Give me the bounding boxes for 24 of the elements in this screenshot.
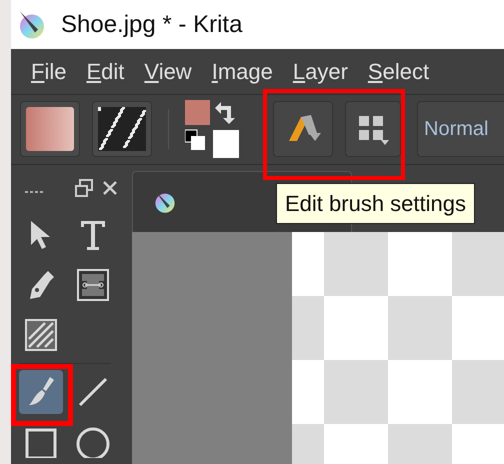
tooltip: Edit brush settings (276, 183, 475, 224)
menu-item[interactable]: Select (368, 55, 430, 88)
menu-item[interactable]: Image (212, 55, 273, 88)
menu-item[interactable]: View (144, 55, 192, 88)
close-icon[interactable] (103, 181, 117, 195)
brush-presets-button[interactable] (345, 101, 401, 158)
hatched-square-icon (25, 319, 57, 351)
document-icon (153, 190, 177, 214)
krita-logo-icon (17, 10, 47, 40)
pattern-button[interactable] (92, 101, 152, 158)
line-icon (77, 376, 109, 408)
text-icon (79, 219, 107, 251)
gradient-swatch-icon (26, 107, 74, 152)
noise-pattern-icon (98, 107, 146, 152)
menu-item[interactable]: Edit (86, 55, 124, 88)
menu-item[interactable]: File (31, 55, 66, 88)
blend-mode-dropdown[interactable]: Normal (417, 101, 504, 158)
menu-item[interactable]: Layer (292, 55, 348, 88)
gradient-button[interactable] (20, 101, 80, 158)
color-swatches-icon[interactable] (185, 100, 241, 158)
edit-brush-button[interactable] (273, 101, 333, 158)
window-title: Shoe.jpg * - Krita (61, 10, 242, 40)
ruler-icon (77, 269, 109, 301)
float-icon[interactable] (75, 179, 93, 197)
